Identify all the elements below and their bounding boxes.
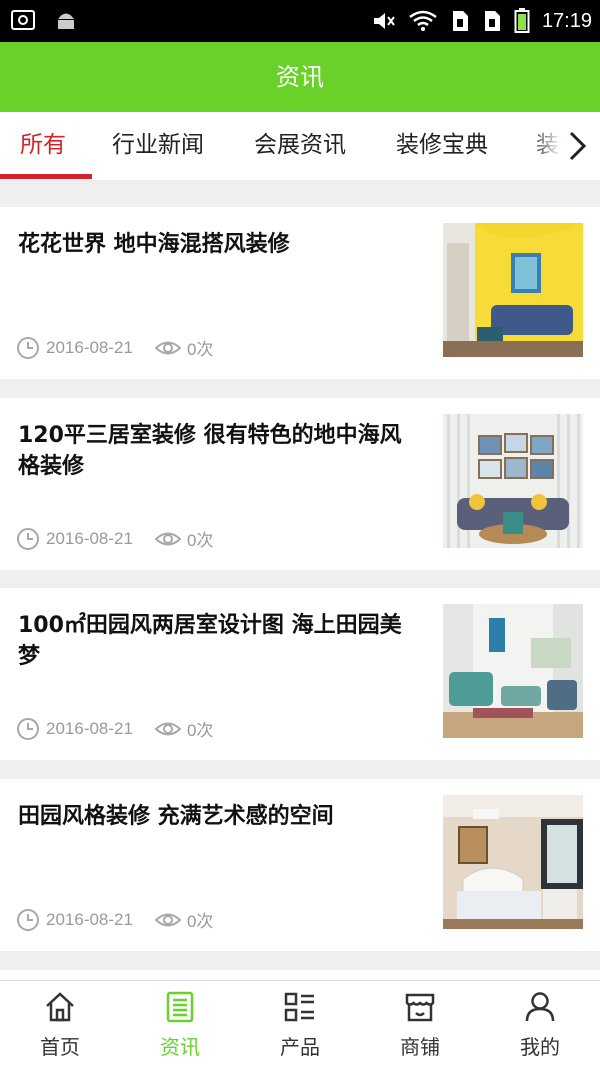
nav-shop-label: 商铺	[400, 1035, 440, 1059]
news-item[interactable]: 花花世界 地中海混搭风装修 2016-08-21 0次	[0, 207, 600, 379]
news-date: 2016-08-21	[46, 909, 133, 929]
news-meta: 2016-08-21 0次	[16, 907, 213, 932]
news-item[interactable]: 100㎡田园风两居室设计图 海上田园美梦 2016-08-21 0次	[0, 588, 600, 760]
android-icon	[58, 13, 74, 29]
sim1-icon	[452, 11, 468, 31]
news-views: 0次	[186, 912, 214, 931]
battery-icon	[514, 8, 530, 33]
nav-home-label: 首页	[40, 1035, 80, 1059]
status-bar: 17:19	[0, 0, 600, 42]
news-thumbnail	[443, 414, 583, 548]
news-views: 0次	[186, 340, 214, 359]
eye-icon	[154, 532, 181, 545]
page-title: 资讯	[276, 63, 324, 91]
nav-news-label: 资讯	[160, 1035, 200, 1059]
nav-profile-label: 我的	[520, 1035, 560, 1059]
profile-icon	[525, 992, 555, 1022]
eye-icon	[154, 913, 181, 926]
bottom-nav: 首页 资讯 产品 商铺 我的	[0, 980, 600, 1067]
nav-shop[interactable]: 商铺	[360, 981, 480, 1067]
tab-fade	[530, 112, 600, 180]
news-thumbnail	[443, 604, 583, 738]
news-date: 2016-08-21	[46, 337, 133, 357]
news-title: 田园风格装修 充满艺术感的空间	[18, 804, 334, 829]
wifi-icon	[409, 10, 437, 31]
eye-icon	[154, 722, 181, 735]
app-header: 资讯	[0, 42, 600, 112]
tab-industry-news[interactable]: 行业新闻	[112, 112, 204, 180]
news-thumbnail	[443, 795, 583, 929]
news-date: 2016-08-21	[46, 528, 133, 548]
mute-icon	[373, 13, 395, 29]
home-icon	[46, 992, 74, 1022]
tab-exhibition-news[interactable]: 会展资讯	[254, 112, 346, 180]
news-meta: 2016-08-21 0次	[16, 526, 213, 551]
nav-products-label: 产品	[280, 1035, 320, 1059]
news-views: 0次	[186, 721, 214, 740]
news-title: 100㎡田园风两居室设计图 海上田园美梦	[18, 613, 402, 669]
eye-icon	[154, 341, 181, 354]
tab-decoration-guide[interactable]: 装修宝典	[396, 112, 488, 180]
nav-products[interactable]: 产品	[240, 981, 360, 1067]
clock-icon	[17, 336, 39, 359]
news-item[interactable]: 田园风格装修 充满艺术感的空间 2016-08-21 0次	[0, 779, 600, 951]
sim2-icon	[484, 11, 500, 31]
tab-all[interactable]: 所有	[20, 112, 66, 180]
news-icon	[166, 991, 194, 1023]
category-tabs: 所有 行业新闻 会展资讯 装修宝典 装修	[0, 112, 600, 180]
news-date: 2016-08-21	[46, 718, 133, 738]
chevron-right-icon[interactable]	[566, 131, 588, 161]
news-title: 花花世界 地中海混搭风装修	[18, 232, 290, 257]
active-tab-indicator	[0, 174, 92, 179]
news-item[interactable]: 120平三居室装修 很有特色的地中海风格装修 2016-08-21 0次	[0, 398, 600, 570]
news-meta: 2016-08-21 0次	[16, 716, 213, 741]
nav-news[interactable]: 资讯	[120, 981, 240, 1067]
nav-home[interactable]: 首页	[0, 981, 120, 1067]
clock-icon	[17, 717, 39, 740]
news-thumbnail	[443, 223, 583, 357]
status-time: 17:19	[541, 10, 592, 32]
news-title: 120平三居室装修 很有特色的地中海风格装修	[18, 423, 402, 479]
nav-profile[interactable]: 我的	[480, 981, 600, 1067]
news-meta: 2016-08-21 0次	[16, 335, 213, 360]
screenshot-icon	[11, 10, 35, 30]
products-icon	[284, 992, 314, 1022]
clock-icon	[17, 527, 39, 550]
clock-icon	[17, 908, 39, 931]
shop-icon	[405, 993, 435, 1022]
news-views: 0次	[186, 531, 214, 550]
